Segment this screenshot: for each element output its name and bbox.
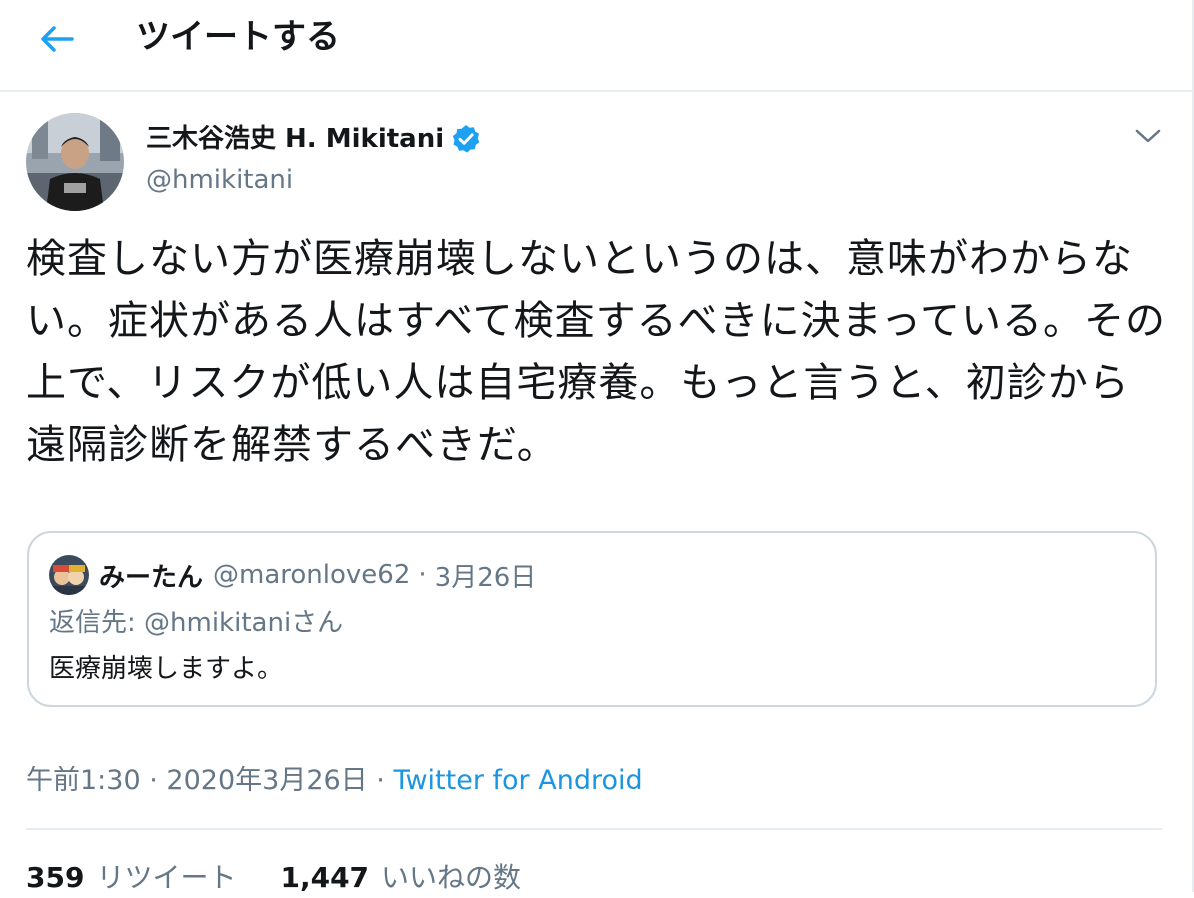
separator-dot: · bbox=[418, 560, 427, 590]
chevron-down-icon bbox=[1135, 129, 1161, 143]
likes-label: いいねの数 bbox=[381, 861, 522, 894]
likes-count: 1,447 bbox=[280, 861, 370, 894]
separator-dot: · bbox=[149, 765, 158, 796]
quoted-author-handle: @maronlove62 bbox=[213, 560, 411, 590]
retweets-count: 359 bbox=[26, 861, 85, 894]
author-name-row: 三木谷浩史 H. Mikitani bbox=[146, 120, 482, 158]
tweet-time[interactable]: 午前1:30 bbox=[26, 765, 141, 796]
quoted-text: 医療崩壊しますよ。 bbox=[49, 654, 284, 684]
quoted-date: 3月26日 bbox=[434, 562, 537, 593]
arrow-left-icon bbox=[41, 26, 74, 52]
more-options-button[interactable] bbox=[1128, 120, 1168, 152]
verified-badge-icon bbox=[450, 123, 482, 155]
avatar-image bbox=[26, 113, 124, 211]
quoted-avatar bbox=[49, 555, 89, 595]
quoted-author-name: みーたん bbox=[99, 562, 204, 593]
tweet-text: 検査しない方が医療崩壊しないというのは、意味がわからない。症状がある人はすべて検… bbox=[26, 236, 1166, 468]
divider bbox=[26, 828, 1162, 830]
retweets-stat[interactable]: 359 リツイート bbox=[26, 858, 236, 898]
tweet-source-link[interactable]: Twitter for Android bbox=[393, 765, 642, 796]
avatar[interactable] bbox=[26, 113, 124, 211]
top-bar: ツイートする bbox=[0, 0, 1192, 92]
author-name: 三木谷浩史 H. Mikitani bbox=[146, 124, 445, 154]
tweet-stats: 359 リツイート 1,447 いいねの数 bbox=[26, 858, 565, 898]
back-button[interactable] bbox=[28, 14, 86, 64]
retweets-label: リツイート bbox=[96, 861, 237, 894]
quoted-tweet-header: みーたん @maronlove62 · 3月26日 bbox=[49, 555, 536, 595]
tweet-date[interactable]: 2020年3月26日 bbox=[166, 765, 367, 796]
page-title: ツイートする bbox=[136, 17, 340, 57]
author-block[interactable]: 三木谷浩史 H. Mikitani @hmikitani bbox=[146, 120, 482, 198]
separator-dot: · bbox=[376, 765, 385, 796]
quoted-tweet[interactable]: みーたん @maronlove62 · 3月26日 返信先: @hmikitan… bbox=[27, 531, 1157, 707]
author-handle: @hmikitani bbox=[146, 165, 294, 195]
quoted-reply-to: 返信先: @hmikitaniさん bbox=[49, 608, 344, 638]
tweet-meta: 午前1:30 · 2020年3月26日 · Twitter for Androi… bbox=[26, 762, 643, 800]
likes-stat[interactable]: 1,447 いいねの数 bbox=[280, 858, 521, 898]
